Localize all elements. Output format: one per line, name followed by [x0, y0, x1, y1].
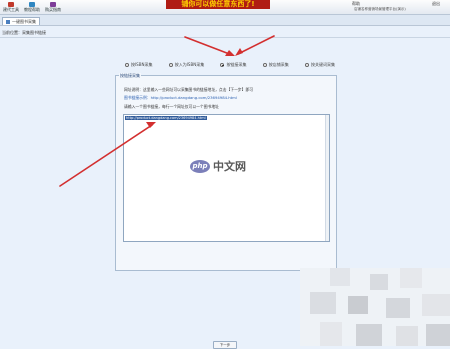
arrow-left-to-radio: [184, 36, 233, 56]
tutorial-button[interactable]: 教程帮助: [24, 1, 40, 13]
tab-book-collect[interactable]: 一键图书采集: [2, 17, 40, 25]
radio-keyword[interactable]: 按关键词采集: [305, 62, 335, 68]
radio-store[interactable]: 按店铺采集: [262, 62, 289, 68]
store-name: 店铺名称营销场景管理平台(演示): [354, 7, 406, 11]
top-toolbar: 建代工具 教程帮助 购买指南 铺你可以做任意东西了! 帮助 退出 店铺名称营销场…: [0, 0, 450, 15]
instruction-text: 网址说明：这里输入一些网址可以采集图书的链接地址，点击【下一步】即可: [124, 87, 254, 92]
next-step-button[interactable]: 下一步: [213, 341, 237, 349]
tab-bar: 一键图书采集: [0, 15, 450, 26]
logout-link[interactable]: 退出: [432, 1, 440, 7]
textarea-scrollbar[interactable]: [325, 115, 329, 241]
promo-banner: 铺你可以做任意东西了!: [166, 0, 270, 9]
tools-button[interactable]: 建代工具: [3, 1, 19, 13]
breadcrumb: 当前位置：采集图书链接: [2, 30, 46, 35]
divider: [0, 37, 450, 38]
panel-legend: 按链接采集: [119, 73, 141, 79]
example-url-line: 图书链接示例：http://product.dangdang.com/23694…: [124, 95, 237, 100]
selected-url-text: http://product.dangdang.com/23694984.htm…: [125, 116, 207, 120]
radio-input-isbn[interactable]: 按入为ISBN采集: [168, 62, 204, 68]
collect-mode-options: 按ISBN采集 按入为ISBN采集 按链接采集 按店铺采集 按关键词采集: [125, 61, 335, 69]
note-text: 请输入一个图书链接，每行一个网址仅可以一个图书地址: [124, 104, 219, 109]
url-textarea[interactable]: [123, 114, 330, 242]
watermark-text: 中文网: [213, 160, 246, 173]
home-icon: [6, 19, 10, 24]
blurred-region: [300, 268, 450, 346]
watermark-logo: php 中文网: [190, 158, 246, 174]
radio-link[interactable]: 按链接采集: [220, 62, 246, 68]
radio-isbn[interactable]: 按ISBN采集: [125, 62, 152, 68]
arrow-right-to-radio: [237, 35, 275, 55]
php-badge: php: [190, 159, 210, 173]
purchase-guide-button[interactable]: 购买指南: [45, 1, 61, 13]
